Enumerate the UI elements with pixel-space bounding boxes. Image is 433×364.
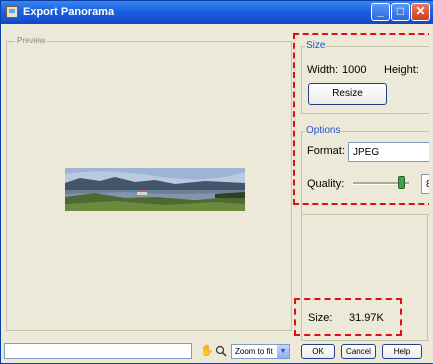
zoom-select-value: Zoom to fit [235, 347, 273, 356]
zoom-select[interactable]: Zoom to fit ▼ [231, 344, 290, 359]
maximize-button[interactable]: □ [391, 3, 410, 21]
ok-button[interactable]: OK [301, 344, 335, 359]
app-icon [6, 6, 18, 18]
panorama-preview-image [65, 168, 245, 211]
status-field[interactable] [4, 343, 192, 359]
hand-icon[interactable]: ✋ [200, 345, 214, 357]
magnifier-icon[interactable] [215, 345, 227, 357]
file-size-highlight [294, 298, 402, 336]
close-button[interactable]: ✕ [411, 3, 430, 21]
chevron-down-icon[interactable]: ▼ [277, 345, 289, 358]
help-button[interactable]: Help [382, 344, 422, 359]
preview-label: Preview [15, 36, 48, 45]
window-right-frame [429, 24, 433, 363]
window-title: Export Panorama [23, 6, 115, 18]
size-options-highlight [293, 33, 433, 205]
bottom-bar: ✋ Zoom to fit ▼ OK Cancel Help [1, 341, 433, 363]
title-bar[interactable]: Export Panorama _ □ ✕ [1, 1, 433, 24]
options-divider [301, 214, 433, 215]
options-vertical-divider [427, 214, 428, 341]
export-panorama-dialog: Export Panorama _ □ ✕ Preview Size Width… [0, 0, 433, 364]
minimize-button[interactable]: _ [371, 3, 390, 21]
panorama-image [65, 168, 245, 211]
cancel-button[interactable]: Cancel [341, 344, 376, 359]
